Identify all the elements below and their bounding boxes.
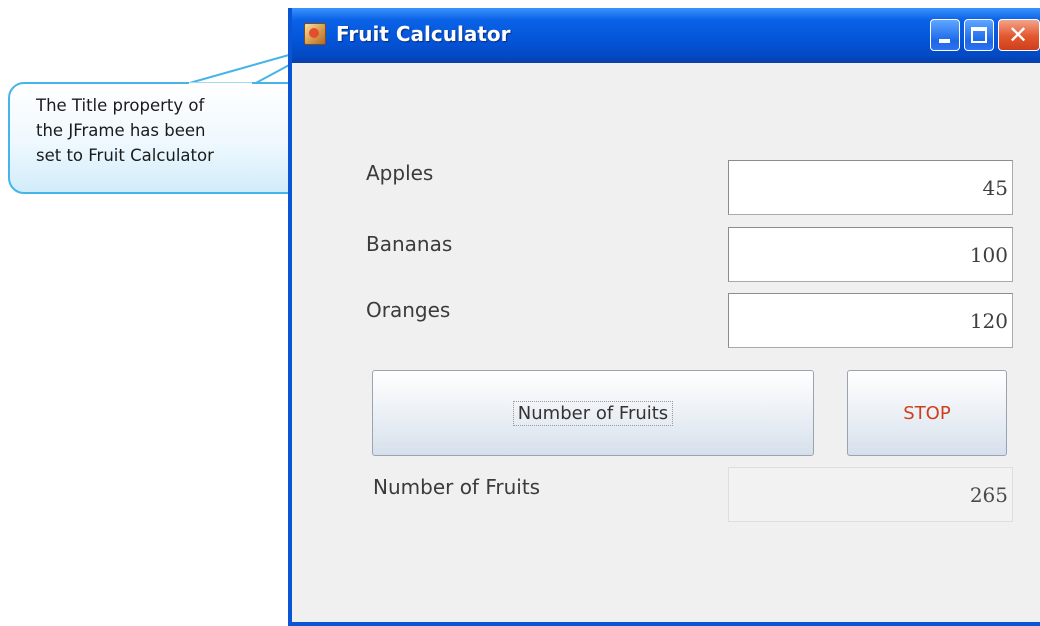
bananas-field[interactable]: 100 xyxy=(728,227,1013,282)
callout-line-3: set to Fruit Calculator xyxy=(36,146,214,165)
close-button[interactable]: ✕ xyxy=(998,19,1040,51)
number-of-fruits-button-label: Number of Fruits xyxy=(512,400,674,426)
title-bar[interactable]: Fruit Calculator ✕ xyxy=(292,8,1040,63)
callout-line-1: The Title property of xyxy=(36,96,205,115)
close-icon: ✕ xyxy=(1008,21,1029,49)
maximize-button[interactable] xyxy=(964,19,994,51)
minimize-button[interactable] xyxy=(930,19,960,51)
result-label: Number of Fruits xyxy=(373,475,541,499)
fruit-calculator-window: Fruit Calculator ✕ Apples 45 Bananas 100… xyxy=(288,8,1040,626)
title-annotation-callout: The Title property of the JFrame has bee… xyxy=(8,82,306,194)
stop-button-label: STOP xyxy=(903,402,951,424)
apples-label: Apples xyxy=(366,161,434,185)
bananas-label: Bananas xyxy=(366,232,453,256)
result-field: 265 xyxy=(728,467,1013,522)
stop-button[interactable]: STOP xyxy=(847,370,1007,456)
minimize-icon xyxy=(939,39,950,43)
number-of-fruits-button[interactable]: Number of Fruits xyxy=(372,370,814,456)
content-pane: Apples 45 Bananas 100 Oranges 120 Number… xyxy=(292,63,1040,622)
apples-field[interactable]: 45 xyxy=(728,160,1013,215)
callout-line-2: the JFrame has been xyxy=(36,121,206,140)
oranges-label: Oranges xyxy=(366,298,451,322)
maximize-icon xyxy=(971,27,987,43)
oranges-field[interactable]: 120 xyxy=(728,293,1013,348)
window-title: Fruit Calculator xyxy=(336,22,511,46)
java-app-icon[interactable] xyxy=(304,23,326,45)
